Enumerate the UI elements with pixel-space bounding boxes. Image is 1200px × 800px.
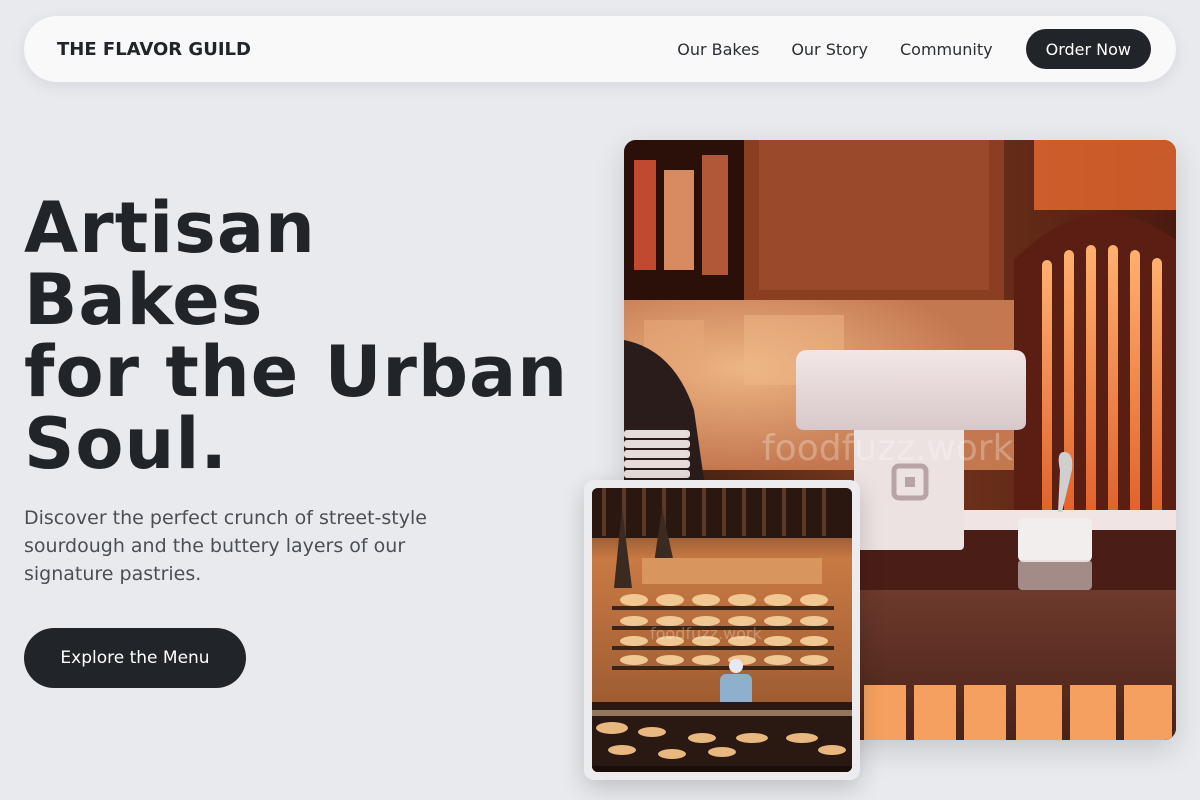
hero-title-line: Artisan: [24, 187, 316, 269]
nav-links: Our Bakes Our Story Community: [677, 40, 992, 59]
bakery-shelves-card: foodfuzz.work: [584, 480, 860, 780]
hero-title-line: Bakes: [24, 259, 264, 341]
nav-link-community[interactable]: Community: [900, 40, 993, 59]
hero-title-line: Soul.: [24, 403, 228, 485]
hero-title-line: for the Urban: [24, 331, 569, 413]
hero-title: Artisan Bakes for the Urban Soul.: [24, 192, 604, 480]
order-now-button[interactable]: Order Now: [1025, 29, 1151, 69]
nav-link-our-story[interactable]: Our Story: [791, 40, 868, 59]
brand-logo[interactable]: THE FLAVOR GUILD: [57, 39, 251, 60]
hero-description: Discover the perfect crunch of street-st…: [24, 507, 427, 585]
nav-link-our-bakes[interactable]: Our Bakes: [677, 40, 759, 59]
explore-menu-button[interactable]: Explore the Menu: [24, 628, 246, 688]
top-navbar: THE FLAVOR GUILD Our Bakes Our Story Com…: [24, 16, 1176, 82]
bakery-shelves-photo: foodfuzz.work: [592, 488, 852, 772]
